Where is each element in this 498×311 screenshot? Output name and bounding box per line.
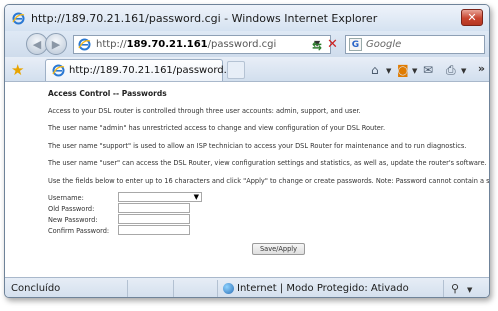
print-icon[interactable]: ⎙ xyxy=(446,63,456,78)
old-password-field[interactable] xyxy=(118,203,190,213)
back-arrow-icon: ◀ xyxy=(32,37,42,51)
navigation-bar: ◀ ▶ http://189.70.21.161/password.cgi ▼ … xyxy=(5,31,489,57)
google-search-icon: G xyxy=(349,38,362,51)
save-apply-button[interactable]: Save/Apply xyxy=(252,243,305,255)
forward-button[interactable]: ▶ xyxy=(45,33,67,55)
page-title: Access Control -- Passwords xyxy=(48,89,167,98)
favorites-star-icon[interactable]: ★ xyxy=(11,61,24,79)
confirm-password-field[interactable] xyxy=(118,225,190,235)
username-label: Username: xyxy=(48,194,84,202)
admin-description: The user name "admin" has unrestricted a… xyxy=(48,124,386,132)
username-select[interactable]: ▼ xyxy=(118,192,202,202)
instructions-paragraph: Use the fields below to enter up to 16 c… xyxy=(48,177,489,185)
print-dropdown-icon[interactable]: ▼ xyxy=(461,67,466,75)
status-text: Concluído xyxy=(11,283,61,294)
tab-bar: ★ http://189.70.21.161/password.cgi ⌂ ▼ … xyxy=(5,57,489,82)
status-divider xyxy=(443,280,444,297)
page-content: Access Control -- Passwords Access to yo… xyxy=(5,82,489,277)
confirm-password-label: Confirm Password: xyxy=(48,227,110,235)
status-bar: Concluído Internet | Modo Protegido: Ati… xyxy=(5,277,489,297)
intro-paragraph: Access to your DSL router is controlled … xyxy=(48,107,361,115)
forward-arrow-icon: ▶ xyxy=(51,37,61,51)
support-description: The user name "support" is used to allow… xyxy=(48,142,467,150)
window-title: http://189.70.21.161/password.cgi - Wind… xyxy=(31,12,378,25)
tab-password-page[interactable]: http://189.70.21.161/password.cgi xyxy=(45,59,241,81)
security-zone-text[interactable]: Internet | Modo Protegido: Ativado xyxy=(237,283,409,294)
zoom-icon[interactable]: ⚲ xyxy=(451,282,459,295)
chevron-down-icon: ▼ xyxy=(193,193,199,201)
home-icon[interactable]: ⌂ xyxy=(371,63,379,77)
address-bar[interactable]: http://189.70.21.161/password.cgi ▼ xyxy=(73,35,331,54)
new-tab-button[interactable] xyxy=(227,61,245,79)
address-text[interactable]: http://189.70.21.161/password.cgi xyxy=(96,39,276,50)
refresh-icon[interactable]: ⇆ xyxy=(312,39,322,53)
status-divider xyxy=(127,280,128,297)
internet-zone-globe-icon xyxy=(223,283,234,294)
ie-logo-icon xyxy=(12,12,25,25)
search-input[interactable]: G Google xyxy=(345,35,485,54)
title-bar: http://189.70.21.161/password.cgi - Wind… xyxy=(5,5,489,31)
new-password-label: New Password: xyxy=(48,216,98,224)
ie-page-icon xyxy=(52,64,65,77)
close-button[interactable]: ✕ xyxy=(461,9,483,26)
user-description: The user name "user" can access the DSL … xyxy=(48,159,487,167)
zoom-dropdown-icon[interactable]: ▼ xyxy=(467,286,472,294)
feed-dropdown-icon[interactable]: ▼ xyxy=(412,67,417,75)
old-password-label: Old Password: xyxy=(48,205,95,213)
status-divider xyxy=(173,280,174,297)
browser-window: http://189.70.21.161/password.cgi - Wind… xyxy=(4,4,490,298)
tab-label: http://189.70.21.161/password.cgi xyxy=(69,65,242,76)
stop-icon[interactable]: ✕ xyxy=(327,37,338,52)
new-password-field[interactable] xyxy=(118,214,190,224)
home-dropdown-icon[interactable]: ▼ xyxy=(386,67,391,75)
status-divider xyxy=(217,280,218,297)
rss-feed-icon[interactable]: ◙ xyxy=(397,63,409,77)
more-commands-chevron-icon[interactable]: » xyxy=(478,62,485,75)
ie-page-icon xyxy=(78,38,91,51)
search-placeholder: Google xyxy=(366,39,402,50)
mail-icon[interactable]: ✉ xyxy=(423,63,433,77)
